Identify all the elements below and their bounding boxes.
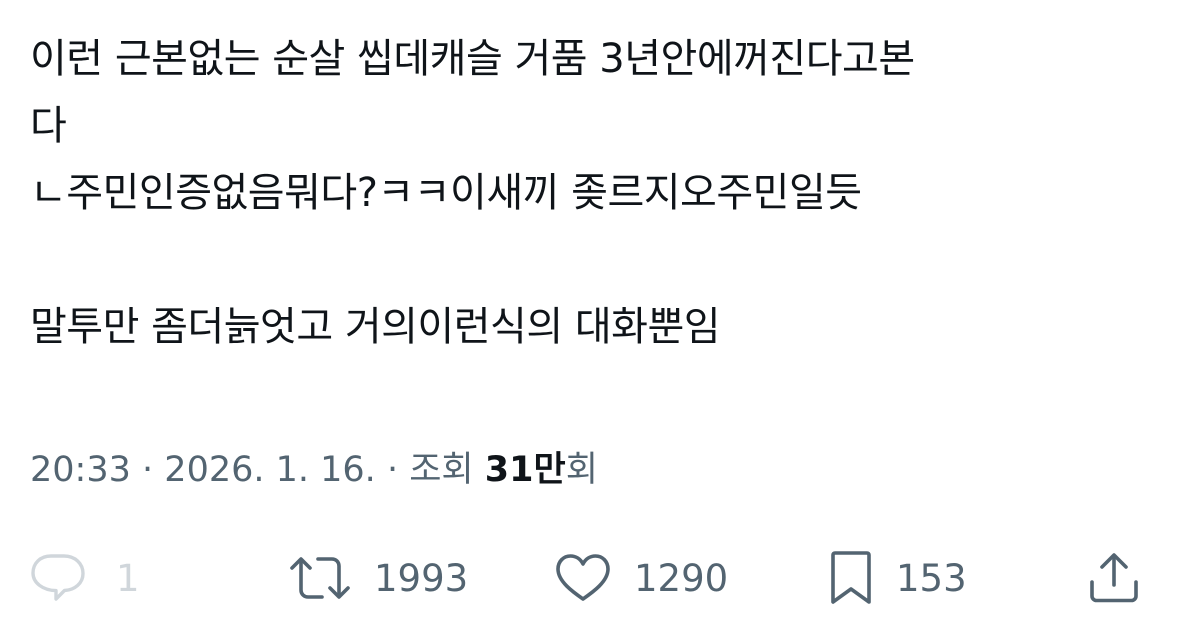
retweet-button[interactable]: 1993: [288, 540, 468, 616]
share-button[interactable]: [1086, 540, 1142, 616]
tweet-meta: 20:33 · 2026. 1. 16. · 조회 31만회: [30, 444, 598, 496]
retweet-count: 1993: [374, 556, 469, 600]
tweet-text: 이런 근본없는 순살 씹데캐슬 거품 3년안에꺼진다고본 다 ㄴ주민인증없음뭐다…: [30, 26, 1150, 361]
share-icon: [1086, 552, 1142, 604]
tweet-text-line: ㄴ주민인증없음뭐다?ㅋㅋ이새끼 좆르지오주민일듯: [30, 170, 862, 216]
reply-button[interactable]: 1: [30, 540, 140, 616]
tweet-date[interactable]: 2026. 1. 16.: [164, 450, 376, 490]
views-count[interactable]: 31만: [485, 450, 566, 490]
meta-separator: ·: [142, 450, 154, 490]
meta-separator: ·: [386, 450, 399, 490]
retweet-icon: [288, 554, 352, 602]
tweet-text-line: 다: [30, 103, 67, 149]
reply-count: 1: [116, 556, 140, 600]
views-suffix: 회: [565, 450, 598, 490]
like-button[interactable]: 1290: [554, 540, 728, 616]
like-count: 1290: [634, 556, 729, 600]
reply-icon: [30, 552, 86, 604]
bookmark-count: 153: [896, 556, 967, 600]
bookmark-icon: [828, 550, 874, 606]
tweet-action-bar: 1 1993 1290 153: [0, 540, 1179, 616]
tweet-text-line: 말투만 좀더늙엇고 거의이런식의 대화뿐임: [30, 304, 721, 350]
tweet-text-line: 이런 근본없는 순살 씹데캐슬 거품 3년안에꺼진다고본: [30, 36, 915, 82]
bookmark-button[interactable]: 153: [828, 540, 967, 616]
tweet-time[interactable]: 20:33: [30, 450, 131, 490]
views-label: 조회: [409, 450, 474, 490]
heart-icon: [554, 553, 612, 603]
